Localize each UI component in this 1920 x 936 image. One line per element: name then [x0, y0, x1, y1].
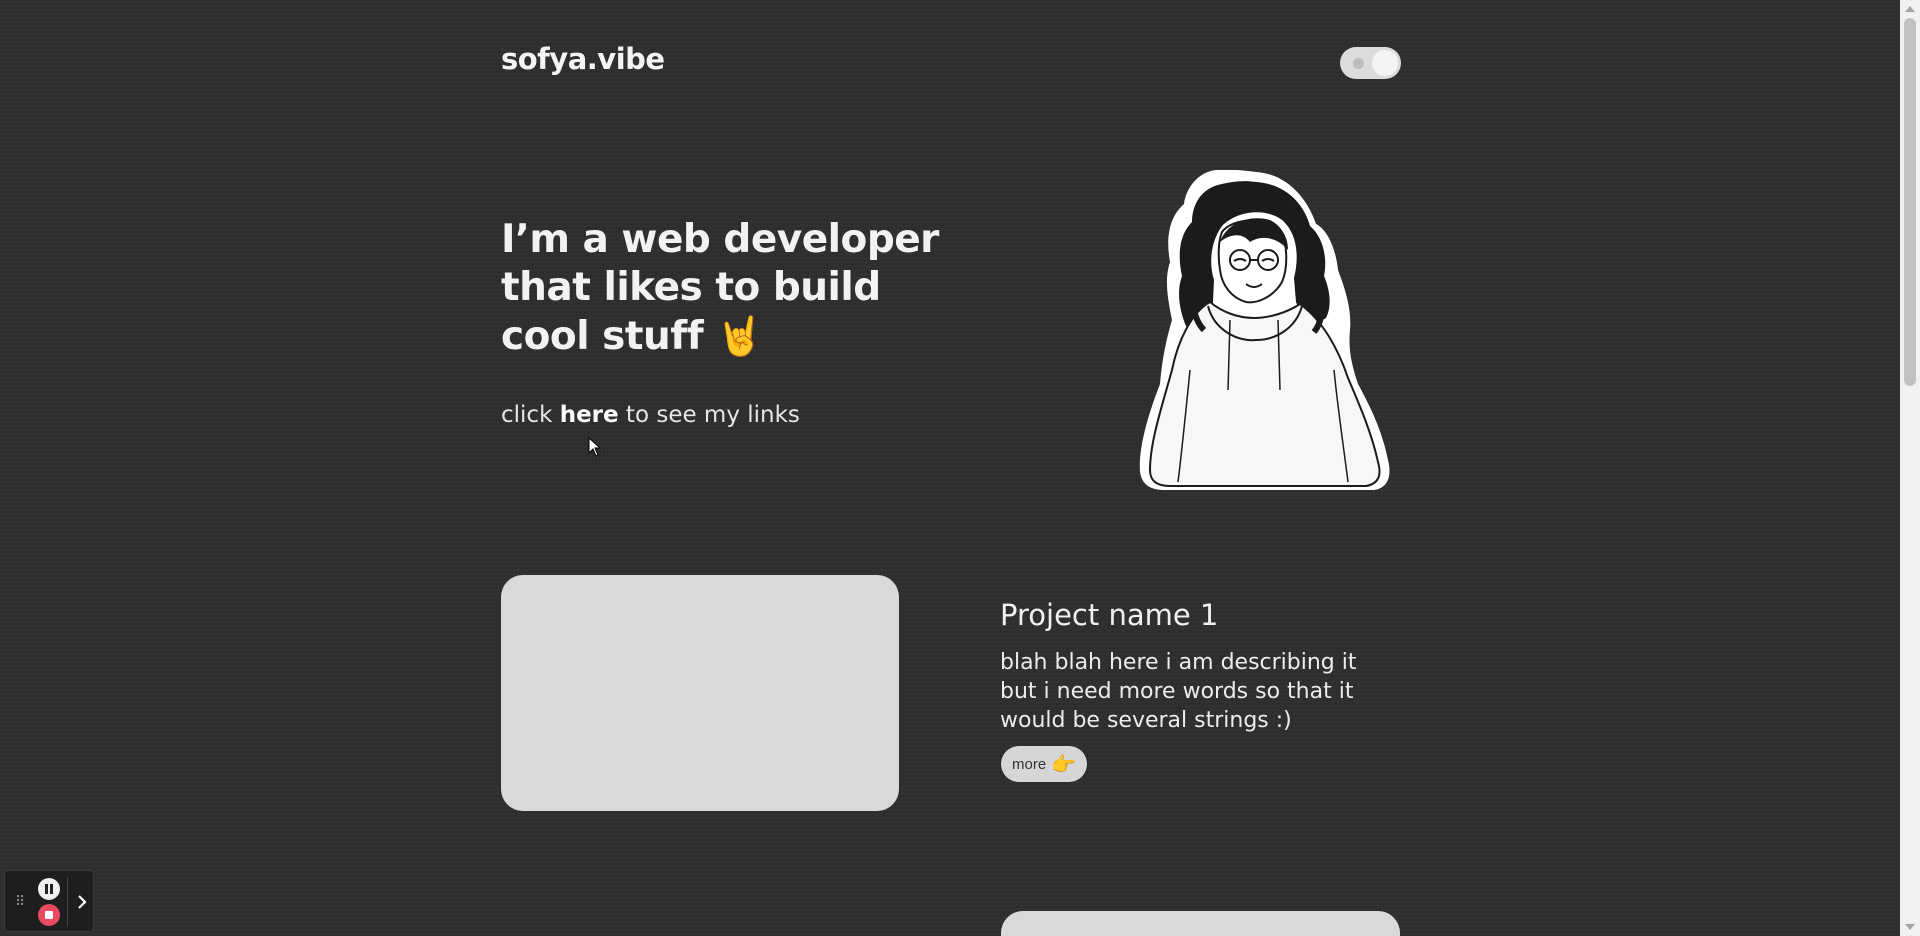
pause-recording-button[interactable] [38, 878, 60, 900]
theme-toggle[interactable] [1340, 47, 1401, 79]
links-suffix: to see my links [618, 402, 800, 428]
toggle-knob [1372, 50, 1398, 76]
pointing-right-icon: 👉 [1051, 753, 1077, 776]
avatar-illustration [1139, 170, 1390, 490]
links-prompt: click here to see my links [501, 402, 800, 428]
links-here-link[interactable]: here [560, 402, 619, 428]
hero-title: I’m a web developer that likes to build … [501, 216, 961, 361]
hero-title-line-1: I’m a web developer [501, 217, 939, 262]
site-logo[interactable]: sofya.vibe [501, 42, 665, 76]
project-1-more-button[interactable]: more 👉 [1001, 746, 1088, 782]
project-1-image[interactable] [501, 575, 899, 811]
more-button-label: more [1012, 755, 1047, 773]
page-scrollbar[interactable] [1900, 0, 1920, 936]
mouse-cursor-icon [588, 437, 602, 457]
hero-title-line-3: cool stuff [501, 314, 704, 359]
recorder-divider [67, 877, 68, 927]
project-2-image[interactable] [1001, 911, 1400, 936]
stop-recording-button[interactable] [38, 904, 60, 926]
scrollbar-thumb[interactable] [1904, 18, 1916, 386]
scroll-up-arrow-icon[interactable] [1905, 6, 1915, 12]
moon-icon [1353, 58, 1364, 69]
hero-title-line-2: that likes to build [501, 265, 881, 310]
project-1-description: blah blah here i am describing it but i … [1000, 650, 1357, 733]
rock-hand-icon: 🤘 [716, 314, 764, 358]
scroll-down-arrow-icon[interactable] [1905, 924, 1915, 930]
links-prefix: click [501, 402, 560, 428]
project-1-title: Project name 1 [1000, 598, 1219, 632]
screen-recorder-widget: ⠿ [4, 870, 94, 932]
chevron-right-icon[interactable] [73, 889, 91, 915]
drag-handle-icon[interactable]: ⠿ [15, 895, 25, 909]
